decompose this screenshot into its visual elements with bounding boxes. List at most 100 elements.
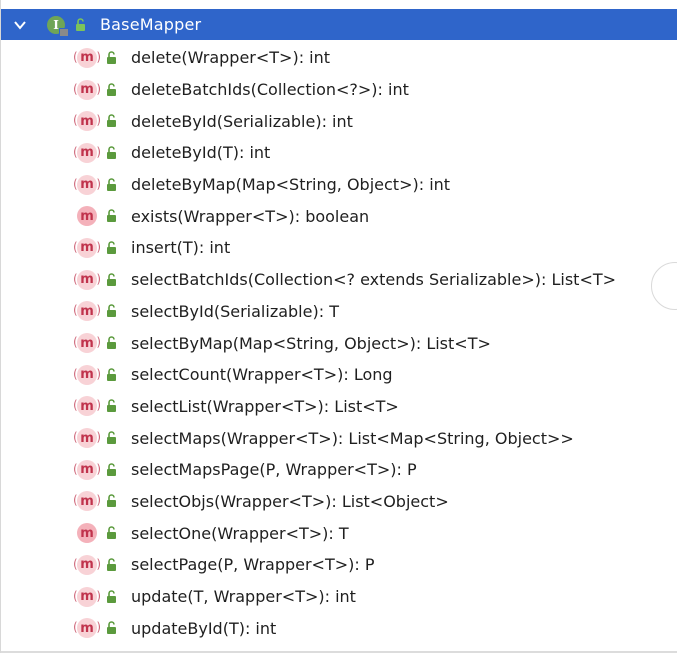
lock-open-icon [107,621,116,635]
method-icon: ( m ) [73,142,101,163]
lock-open-icon [107,209,116,223]
method-glyph: m [80,145,94,161]
abstract-paren-left: ( [73,556,78,571]
method-row[interactable]: ( m ) selectByMap(Map<String, Object>): … [1,327,677,359]
method-row[interactable]: ( m ) selectMaps(Wrapper<T>): List<Map<S… [1,422,677,454]
lock-open-icon [76,17,85,31]
method-glyph: m [80,113,94,129]
lock-open-icon [107,336,116,350]
abstract-paren-left: ( [73,493,78,508]
method-row[interactable]: m selectOne(Wrapper<T>): T [1,517,677,549]
method-icon: ( m ) [73,79,101,100]
lock-badge-icon [59,27,69,37]
abstract-paren-left: ( [73,430,78,445]
method-row[interactable]: ( m ) deleteByMap(Map<String, Object>): … [1,169,677,201]
method-glyph: m [80,430,94,446]
method-row[interactable]: ( m ) deleteBatchIds(Collection<?>): int [1,74,677,106]
method-signature: selectCount(Wrapper<T>): Long [131,365,393,385]
method-signature: insert(T): int [131,238,231,258]
method-icon: ( m ) [73,618,101,639]
lock-open-icon [107,272,116,286]
method-row[interactable]: ( m ) selectCount(Wrapper<T>): Long [1,359,677,391]
abstract-paren-left: ( [73,176,78,191]
abstract-paren-left: ( [73,588,78,603]
lock-open-icon [107,177,116,191]
method-icon: ( m ) [73,396,101,417]
method-glyph: m [80,493,94,509]
tree-node-basemapper[interactable]: I BaseMapper [1,9,677,40]
method-row[interactable]: ( m ) update(T, Wrapper<T>): int [1,581,677,613]
method-glyph: m [80,525,94,541]
method-row[interactable]: m exists(Wrapper<T>): boolean [1,200,677,232]
abstract-paren-right: ) [96,49,101,64]
structure-panel: I BaseMapper ( m ) delete(Wrapper<T>): i… [0,0,677,653]
lock-open-icon [107,431,116,445]
chevron-down-icon[interactable] [11,16,29,34]
method-icon: ( m ) [73,333,101,354]
method-signature: selectMapsPage(P, Wrapper<T>): P [131,460,417,480]
method-row[interactable]: ( m ) selectBatchIds(Collection<? extend… [1,264,677,296]
abstract-paren-right: ) [96,303,101,318]
method-row[interactable]: ( m ) deleteById(T): int [1,137,677,169]
method-icon: ( m ) [73,47,101,68]
method-icon: ( m ) [73,491,101,512]
abstract-paren-right: ) [96,556,101,571]
abstract-paren-left: ( [73,335,78,350]
method-list: ( m ) delete(Wrapper<T>): int ( m ) dele… [1,42,677,644]
method-signature: selectBatchIds(Collection<? extends Seri… [131,270,617,290]
method-glyph: m [80,367,94,383]
abstract-paren-right: ) [96,113,101,128]
interface-glyph: I [53,17,59,32]
method-glyph: m [80,240,94,256]
method-signature: selectById(Serializable): T [131,301,339,321]
method-icon: ( m ) [73,428,101,449]
method-signature: update(T, Wrapper<T>): int [131,587,356,607]
lock-open-icon [107,241,116,254]
method-row[interactable]: ( m ) deleteById(Serializable): int [1,105,677,137]
node-title: BaseMapper [100,15,202,34]
method-signature: exists(Wrapper<T>): boolean [131,206,370,226]
method-row[interactable]: ( m ) selectList(Wrapper<T>): List<T> [1,391,677,423]
abstract-paren-right: ) [96,620,101,635]
abstract-paren-right: ) [96,493,101,508]
abstract-paren-right: ) [96,144,101,159]
method-glyph: m [80,335,94,351]
abstract-paren-left: ( [73,81,78,96]
abstract-paren-right: ) [96,588,101,603]
abstract-paren-left: ( [73,144,78,159]
method-signature: deleteById(T): int [131,143,271,163]
method-glyph: m [80,462,94,478]
method-glyph: m [80,557,94,573]
method-glyph: m [80,177,94,193]
lock-open-icon [107,82,116,96]
method-row[interactable]: ( m ) selectPage(P, Wrapper<T>): P [1,549,677,581]
method-signature: selectList(Wrapper<T>): List<T> [131,396,399,416]
lock-open-icon [107,558,116,571]
method-icon: ( m ) [73,364,101,385]
lock-open-icon [107,146,116,159]
abstract-paren-right: ) [96,335,101,350]
abstract-paren-right: ) [96,461,101,476]
lock-open-icon [107,463,116,476]
method-row[interactable]: ( m ) selectMapsPage(P, Wrapper<T>): P [1,454,677,486]
method-row[interactable]: ( m ) updateById(T): int [1,612,677,644]
method-row[interactable]: ( m ) selectObjs(Wrapper<T>): List<Objec… [1,486,677,518]
method-row[interactable]: ( m ) insert(T): int [1,232,677,264]
method-signature: selectObjs(Wrapper<T>): List<Object> [131,491,449,511]
abstract-paren-left: ( [73,239,78,254]
method-signature: delete(Wrapper<T>): int [131,48,331,68]
method-row[interactable]: ( m ) delete(Wrapper<T>): int [1,42,677,74]
method-signature: deleteById(Serializable): int [131,111,353,131]
method-glyph: m [80,398,94,414]
method-icon: ( m ) [73,459,101,480]
lock-open-icon [107,114,116,128]
lock-open-icon [107,304,116,318]
abstract-paren-left: ( [73,113,78,128]
method-signature: selectByMap(Map<String, Object>): List<T… [131,333,491,353]
abstract-paren-right: ) [96,366,101,381]
method-row[interactable]: ( m ) selectById(Serializable): T [1,296,677,328]
method-icon: ( m ) [73,174,101,195]
method-icon: ( m ) [73,301,101,322]
abstract-paren-right: ) [96,430,101,445]
abstract-paren-right: ) [96,271,101,286]
